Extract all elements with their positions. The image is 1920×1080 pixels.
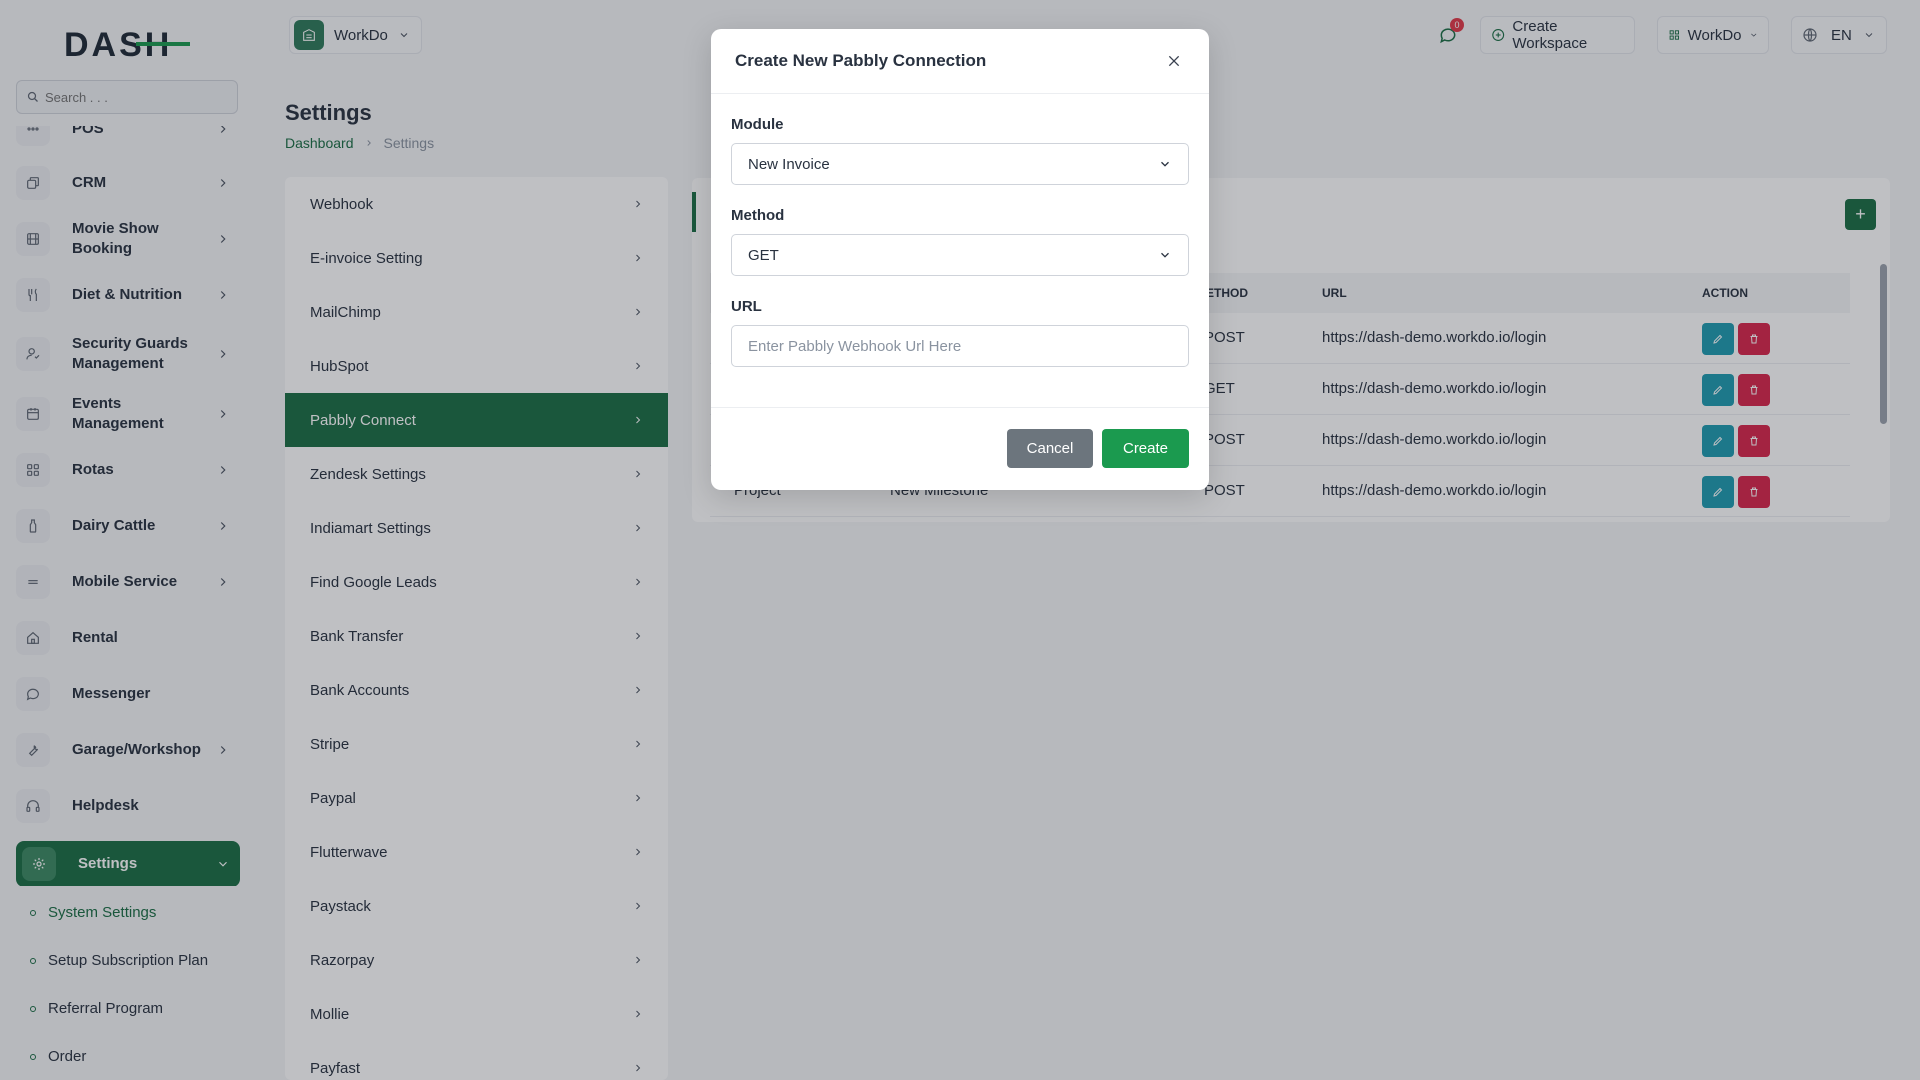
modal-footer-divider xyxy=(711,407,1209,408)
modal-title: Create New Pabbly Connection xyxy=(735,51,1163,71)
create-pabbly-connection-modal: Create New Pabbly Connection Module New … xyxy=(711,29,1209,490)
cancel-button[interactable]: Cancel xyxy=(1007,429,1093,468)
url-label: URL xyxy=(731,298,762,315)
module-label: Module xyxy=(731,116,784,133)
method-select[interactable]: GET xyxy=(731,234,1189,276)
chevron-down-icon xyxy=(1158,248,1172,262)
create-button[interactable]: Create xyxy=(1102,429,1189,468)
modal-header: Create New Pabbly Connection xyxy=(711,29,1209,94)
url-input[interactable] xyxy=(731,325,1189,367)
method-select-value: GET xyxy=(748,247,1158,264)
module-select[interactable]: New Invoice xyxy=(731,143,1189,185)
close-icon xyxy=(1166,53,1182,69)
module-select-value: New Invoice xyxy=(748,156,1158,173)
chevron-down-icon xyxy=(1158,157,1172,171)
modal-close-button[interactable] xyxy=(1163,50,1185,72)
method-label: Method xyxy=(731,207,784,224)
